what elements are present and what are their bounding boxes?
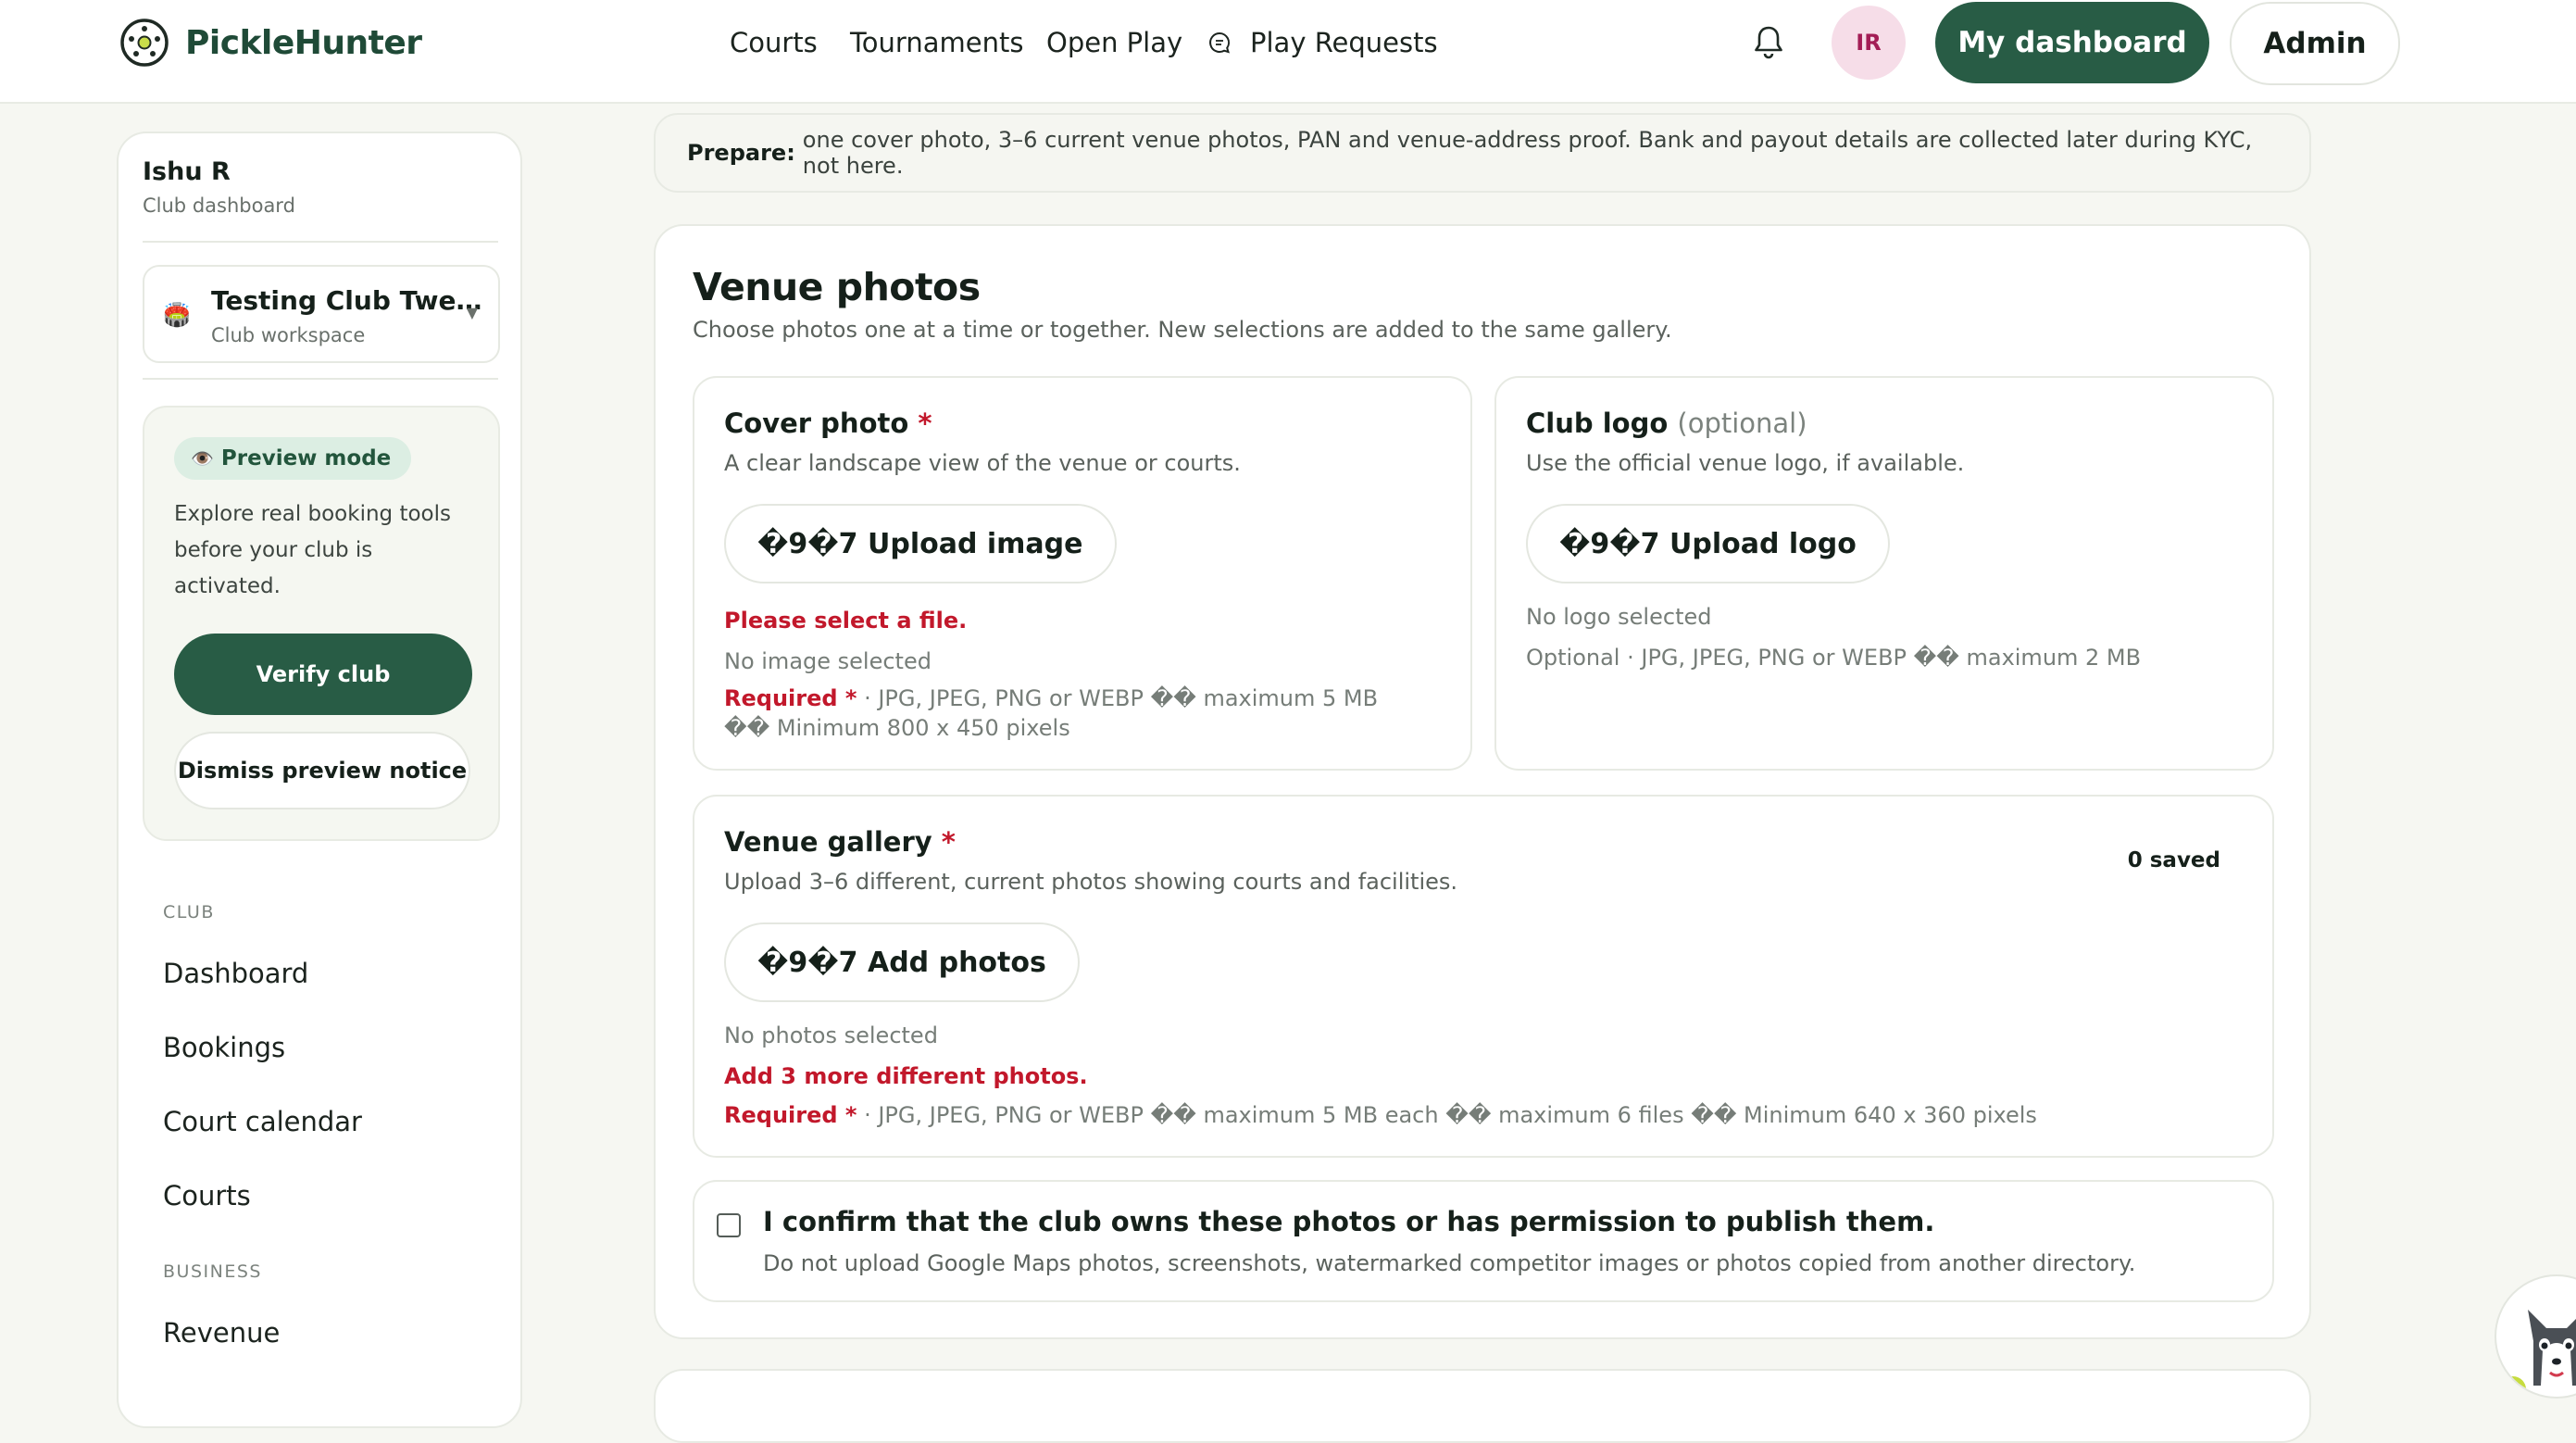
dismiss-preview-button[interactable]: Dismiss preview notice	[174, 732, 470, 809]
next-section-card	[654, 1369, 2311, 1443]
chat-icon	[1209, 31, 1231, 54]
club-logo-panel: Club logo (optional) Use the official ve…	[1494, 376, 2274, 771]
divider	[143, 378, 498, 380]
bell-icon[interactable]	[1748, 22, 1789, 63]
section-title: Venue photos	[693, 265, 981, 309]
caret-down-icon: ▼	[466, 304, 478, 321]
cover-photo-error: Please select a file.	[724, 608, 968, 634]
divider	[143, 241, 498, 243]
venue-gallery-description: Upload 3–6 different, current photos sho…	[724, 869, 1458, 895]
sidebar-item-court-calendar[interactable]: Court calendar	[163, 1106, 362, 1137]
preview-description: Explore real booking tools before your c…	[174, 502, 451, 598]
cover-photo-title-label: Cover photo	[724, 408, 909, 439]
venue-gallery-status: No photos selected	[724, 1023, 938, 1048]
section-subtitle: Choose photos one at a time or together.…	[693, 317, 1672, 343]
admin-button[interactable]: Admin	[2230, 2, 2400, 85]
prepare-label: Prepare:	[687, 140, 795, 166]
user-role: Club dashboard	[143, 194, 295, 217]
venue-gallery-title-label: Venue gallery	[724, 826, 932, 858]
photo-permission-confirmation[interactable]: I confirm that the club owns these photo…	[693, 1180, 2274, 1302]
nav-open-play[interactable]: Open Play	[1046, 24, 1182, 61]
permission-label: I confirm that the club owns these photo…	[763, 1206, 1935, 1237]
permission-checkbox[interactable]	[717, 1213, 741, 1237]
nav-play-requests-label: Play Requests	[1250, 27, 1438, 58]
preview-mode-badge: 👁️ Preview mode	[174, 437, 412, 480]
nav-play-requests[interactable]: Play Requests	[1207, 24, 1438, 61]
prepare-text: one cover photo, 3–6 current venue photo…	[802, 127, 2253, 179]
cover-photo-status: No image selected	[724, 648, 932, 674]
top-navbar: PickleHunter Courts Tournaments Open Pla…	[0, 0, 2576, 104]
upload-image-button[interactable]: �9�7 Upload image	[724, 504, 1117, 583]
avatar[interactable]: IR	[1832, 6, 1906, 80]
user-name: Ishu R	[143, 157, 231, 186]
required-marker: *	[918, 408, 932, 439]
cover-photo-panel: Cover photo * A clear landscape view of …	[693, 376, 1472, 771]
sidebar-item-dashboard[interactable]: Dashboard	[163, 958, 308, 989]
verify-club-button[interactable]: Verify club	[174, 634, 472, 715]
husky-mascot-icon	[2500, 1310, 2576, 1397]
add-photos-button[interactable]: �9�7 Add photos	[724, 922, 1080, 1002]
optional-label: (optional)	[1677, 408, 1807, 439]
permission-note: Do not upload Google Maps photos, screen…	[763, 1250, 2136, 1276]
eye-icon: 👁️	[191, 447, 214, 470]
club-logo-title: Club logo (optional)	[1526, 408, 1807, 439]
my-dashboard-button[interactable]: My dashboard	[1935, 2, 2209, 83]
sidebar-item-bookings[interactable]: Bookings	[163, 1032, 285, 1063]
venue-photos-card: Venue photos Choose photos one at a time…	[654, 224, 2311, 1339]
logo-icon	[120, 19, 169, 67]
club-logo-title-label: Club logo	[1526, 408, 1669, 439]
club-icon: 🏟️	[163, 302, 191, 328]
club-switcher[interactable]: 🏟️ Testing Club Twe… Club workspace ▼	[143, 265, 500, 363]
required-label: Required *	[724, 1102, 857, 1128]
nav-courts[interactable]: Courts	[730, 24, 818, 61]
brand-name: PickleHunter	[185, 23, 422, 62]
preview-mode-card: 👁️ Preview mode Explore real booking too…	[143, 406, 500, 841]
venue-gallery-panel: Venue gallery * 0 saved Upload 3–6 diffe…	[693, 795, 2274, 1158]
sidebar: Ishu R Club dashboard 🏟️ Testing Club Tw…	[117, 132, 522, 1428]
section-business-heading: BUSINESS	[163, 1261, 262, 1282]
club-workspace-label: Club workspace	[211, 324, 366, 346]
sidebar-item-revenue[interactable]: Revenue	[163, 1317, 280, 1349]
sidebar-item-courts[interactable]: Courts	[163, 1180, 251, 1211]
nav-tournaments[interactable]: Tournaments	[850, 24, 1023, 61]
mascot-icon[interactable]	[2495, 1274, 2576, 1399]
prepare-notice: Prepare: one cover photo, 3–6 current ve…	[654, 113, 2311, 193]
preview-badge-label: Preview mode	[220, 446, 392, 471]
venue-gallery-title: Venue gallery *	[724, 826, 956, 858]
brand[interactable]: PickleHunter	[119, 17, 422, 69]
cover-photo-description: A clear landscape view of the venue or c…	[724, 450, 1241, 476]
club-logo-status: No logo selected	[1526, 604, 1712, 630]
club-name: Testing Club Twe…	[211, 285, 482, 316]
cover-photo-requirements: Required * · JPG, JPEG, PNG or WEBP �� m…	[724, 684, 1428, 743]
section-club-heading: CLUB	[163, 902, 215, 922]
venue-gallery-requirements: Required * · JPG, JPEG, PNG or WEBP �� m…	[724, 1100, 2037, 1130]
required-marker: *	[941, 826, 956, 858]
cover-photo-title: Cover photo *	[724, 408, 932, 439]
required-label: Required *	[724, 685, 857, 711]
venue-gallery-error: Add 3 more different photos.	[724, 1063, 1088, 1089]
club-logo-requirements: Optional · JPG, JPEG, PNG or WEBP �� max…	[1526, 645, 2142, 671]
upload-logo-button[interactable]: �9�7 Upload logo	[1526, 504, 1890, 583]
venue-gallery-hint: · JPG, JPEG, PNG or WEBP �� maximum 5 MB…	[857, 1102, 2037, 1128]
saved-count: 0 saved	[2127, 848, 2220, 872]
club-logo-description: Use the official venue logo, if availabl…	[1526, 450, 1965, 476]
